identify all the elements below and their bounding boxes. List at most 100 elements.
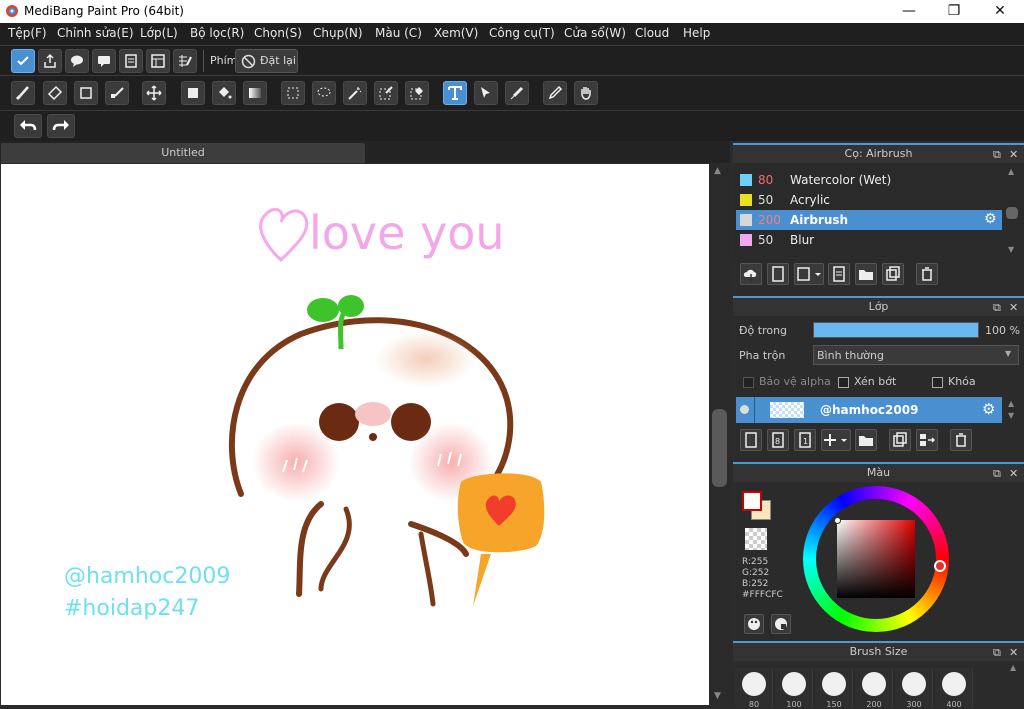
- minimize-button[interactable]: —: [886, 0, 932, 23]
- brush-size-preset[interactable]: 80: [735, 668, 773, 709]
- menu-window[interactable]: Cửa sổ(W): [564, 26, 626, 40]
- grid-edit-button[interactable]: [173, 49, 197, 73]
- eyedropper-tool[interactable]: [543, 81, 567, 105]
- cloud-download-button[interactable]: [740, 263, 762, 285]
- hue-handle[interactable]: [934, 560, 946, 572]
- brush-size-preset[interactable]: 100: [775, 668, 813, 709]
- float-icon[interactable]: ⧉: [993, 465, 1001, 483]
- brush-size-preset[interactable]: 200: [855, 668, 893, 709]
- brush-size-preset[interactable]: 400: [935, 668, 973, 709]
- menu-layer[interactable]: Lớp(L): [140, 26, 178, 40]
- brush-item-watercolor[interactable]: 80 Watercolor (Wet): [736, 170, 1002, 190]
- scroll-up-icon[interactable]: ▲: [1008, 167, 1014, 176]
- operation-tool[interactable]: [474, 81, 498, 105]
- reset-button[interactable]: Đặt lại: [235, 49, 298, 73]
- cloud-sync-button[interactable]: [11, 49, 35, 73]
- layer-list-scrollbar[interactable]: ▲ ▼: [1005, 399, 1019, 423]
- opacity-slider[interactable]: [813, 322, 979, 338]
- move-tool[interactable]: [142, 81, 166, 105]
- saturation-value-square[interactable]: [837, 520, 915, 598]
- redo-button[interactable]: [47, 114, 75, 138]
- maximize-button[interactable]: ❐: [931, 0, 977, 23]
- menu-view[interactable]: Xem(V): [434, 26, 478, 40]
- duplicate-layer-button[interactable]: [889, 429, 911, 451]
- undo-button[interactable]: [14, 114, 42, 138]
- menu-file[interactable]: Tệp(F): [8, 26, 47, 40]
- gear-icon[interactable]: ⚙: [982, 400, 995, 418]
- merge-layer-button[interactable]: [916, 429, 938, 451]
- new-layer-8bit-button[interactable]: 8: [767, 429, 789, 451]
- lock-checkbox[interactable]: [932, 377, 943, 388]
- delete-layer-button[interactable]: [950, 429, 972, 451]
- drawing-canvas[interactable]: love you @hamhoc2009 #hoidap247: [1, 164, 709, 705]
- dot-tool[interactable]: [105, 81, 129, 105]
- brush-tool[interactable]: [11, 81, 35, 105]
- float-icon[interactable]: ⧉: [993, 146, 1001, 164]
- layer-folder-button[interactable]: [855, 429, 877, 451]
- brush-item-blur[interactable]: 50 Blur: [736, 230, 1002, 250]
- gear-icon[interactable]: ⚙: [984, 211, 997, 227]
- select-pen-tool[interactable]: [374, 81, 398, 105]
- brush-list-scrollbar[interactable]: ▲ ▼: [1005, 167, 1019, 255]
- scroll-down-icon[interactable]: ▼: [714, 691, 721, 701]
- eraser-tool[interactable]: [43, 81, 67, 105]
- menu-select[interactable]: Chọn(S): [254, 26, 302, 40]
- visibility-icon[interactable]: [740, 405, 749, 414]
- new-brush-button[interactable]: [767, 263, 789, 285]
- brush-size-preset[interactable]: 150: [815, 668, 853, 709]
- rectangle-tool[interactable]: [74, 81, 98, 105]
- menu-tools[interactable]: Công cụ(T): [489, 26, 555, 40]
- scroll-up-icon[interactable]: ▲: [714, 166, 721, 176]
- text-tool[interactable]: [443, 81, 467, 105]
- gradient-tool[interactable]: [243, 81, 267, 105]
- new-layer-1bit-button[interactable]: 1: [794, 429, 816, 451]
- menu-help[interactable]: Help: [683, 26, 710, 40]
- select-eraser-tool[interactable]: [405, 81, 429, 105]
- menu-filter[interactable]: Bộ lọc(R): [190, 26, 244, 40]
- transparent-color-swatch[interactable]: [745, 528, 767, 550]
- scroll-down-icon[interactable]: ▼: [1008, 411, 1014, 420]
- protect-alpha-checkbox[interactable]: [743, 377, 754, 388]
- blend-mode-select[interactable]: Bình thường ▼: [813, 345, 1019, 365]
- bucket-tool[interactable]: [212, 81, 236, 105]
- layer-row[interactable]: @hamhoc2009 ⚙: [736, 397, 1002, 423]
- lasso-tool[interactable]: [312, 81, 336, 105]
- add-layer-dropdown[interactable]: [821, 429, 851, 451]
- scrollbar-thumb[interactable]: [1006, 207, 1018, 219]
- color-picker-handle[interactable]: [834, 517, 841, 524]
- share-button[interactable]: [38, 49, 62, 73]
- float-icon[interactable]: ⧉: [993, 644, 1001, 662]
- canvas-scrollbar[interactable]: ▲ ▼: [709, 164, 730, 705]
- menu-color[interactable]: Màu (C): [375, 26, 422, 40]
- color-history-button[interactable]: [771, 614, 791, 634]
- close-icon[interactable]: ✕: [1009, 644, 1018, 662]
- hand-tool[interactable]: [574, 81, 598, 105]
- menu-edit[interactable]: Chỉnh sửa(E): [57, 26, 134, 40]
- duplicate-brush-button[interactable]: [882, 263, 904, 285]
- brush-item-airbrush[interactable]: 200 Airbrush ⚙: [736, 210, 1002, 230]
- palette-button[interactable]: [744, 614, 764, 634]
- close-icon[interactable]: ✕: [1009, 465, 1018, 483]
- hue-wheel[interactable]: [803, 486, 949, 632]
- close-icon[interactable]: ✕: [1009, 299, 1018, 317]
- clipping-checkbox[interactable]: [838, 377, 849, 388]
- float-icon[interactable]: ⧉: [993, 299, 1001, 317]
- tab-untitled[interactable]: Untitled: [1, 143, 365, 163]
- brush-size-preset[interactable]: 300: [895, 668, 933, 709]
- delete-brush-button[interactable]: [916, 263, 938, 285]
- brush-item-acrylic[interactable]: 50 Acrylic: [736, 190, 1002, 210]
- magic-wand-tool[interactable]: [343, 81, 367, 105]
- menu-cloud[interactable]: Cloud: [635, 26, 669, 40]
- panel-layout-button[interactable]: [146, 49, 170, 73]
- select-rect-tool[interactable]: [281, 81, 305, 105]
- foreground-color-swatch[interactable]: [742, 491, 762, 511]
- scroll-up-icon[interactable]: ▲: [1008, 399, 1014, 408]
- speech-bubble-button[interactable]: [65, 49, 89, 73]
- fill-rect-tool[interactable]: [181, 81, 205, 105]
- folder-button[interactable]: [855, 263, 877, 285]
- comment-button[interactable]: [92, 49, 116, 73]
- close-icon[interactable]: ✕: [1009, 146, 1018, 164]
- close-button[interactable]: ✕: [977, 0, 1023, 23]
- blur-tool[interactable]: [505, 81, 529, 105]
- page-button[interactable]: [119, 49, 143, 73]
